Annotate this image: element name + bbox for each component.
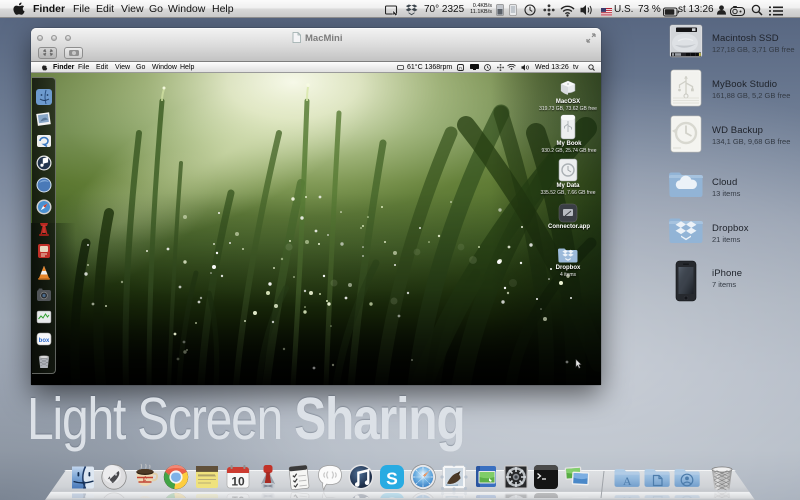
svg-text:É: É bbox=[143, 498, 148, 499]
svg-text:10: 10 bbox=[231, 475, 245, 489]
svg-text:É: É bbox=[143, 477, 148, 485]
svg-text:A: A bbox=[623, 494, 632, 498]
svg-text:S: S bbox=[386, 469, 398, 489]
svg-text:A: A bbox=[623, 474, 632, 488]
svg-text:S: S bbox=[386, 494, 398, 499]
svg-text:10: 10 bbox=[231, 494, 245, 499]
svg-text:box: box bbox=[39, 338, 50, 344]
svg-text:n: n bbox=[459, 65, 462, 70]
